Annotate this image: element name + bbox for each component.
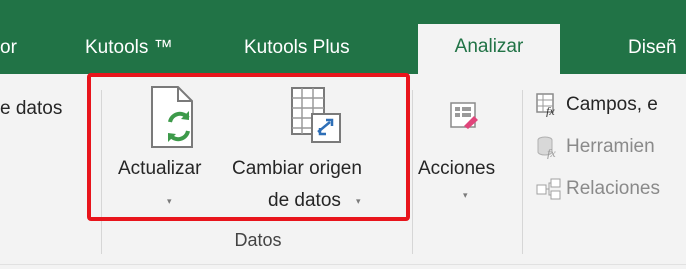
- relationships-button[interactable]: Relaciones: [536, 176, 660, 202]
- ribbon-bottom-border: [0, 264, 686, 265]
- fx-fields-icon: fx: [536, 93, 555, 117]
- tab-kutools-plus[interactable]: Kutools Plus: [244, 30, 384, 66]
- ribbon-tab-bar: or Kutools ™ Kutools Plus Analizar Diseñ: [0, 0, 686, 74]
- actions-button[interactable]: Acciones ▾: [418, 82, 518, 212]
- actions-caret-icon: ▾: [463, 190, 468, 200]
- tab-kutools[interactable]: Kutools ™: [85, 30, 195, 66]
- group-separator-right: [412, 90, 413, 254]
- tab-analizar[interactable]: Analizar: [418, 24, 560, 74]
- fields-items-sets-label: Campos, e: [566, 94, 658, 115]
- olap-tools-label: Herramien: [566, 136, 655, 157]
- fx-tools-icon: fx: [537, 136, 556, 159]
- group-label-datos: Datos: [234, 230, 282, 250]
- relationships-icon: [536, 178, 561, 200]
- olap-tools-button[interactable]: fx Herramien: [536, 134, 655, 160]
- relationships-label: Relaciones: [566, 178, 660, 199]
- partial-group-label: e datos: [0, 98, 63, 119]
- fields-items-sets-button[interactable]: fx Campos, e: [536, 92, 658, 118]
- actions-icon: [450, 102, 480, 135]
- tab-diseno-partial[interactable]: Diseñ: [628, 30, 686, 66]
- highlight-box: [87, 73, 410, 221]
- actions-label: Acciones: [418, 158, 496, 179]
- svg-text:fx: fx: [547, 146, 556, 159]
- svg-text:fx: fx: [546, 104, 555, 117]
- group-separator-actions: [522, 90, 523, 254]
- tab-partial-left[interactable]: or: [0, 30, 34, 66]
